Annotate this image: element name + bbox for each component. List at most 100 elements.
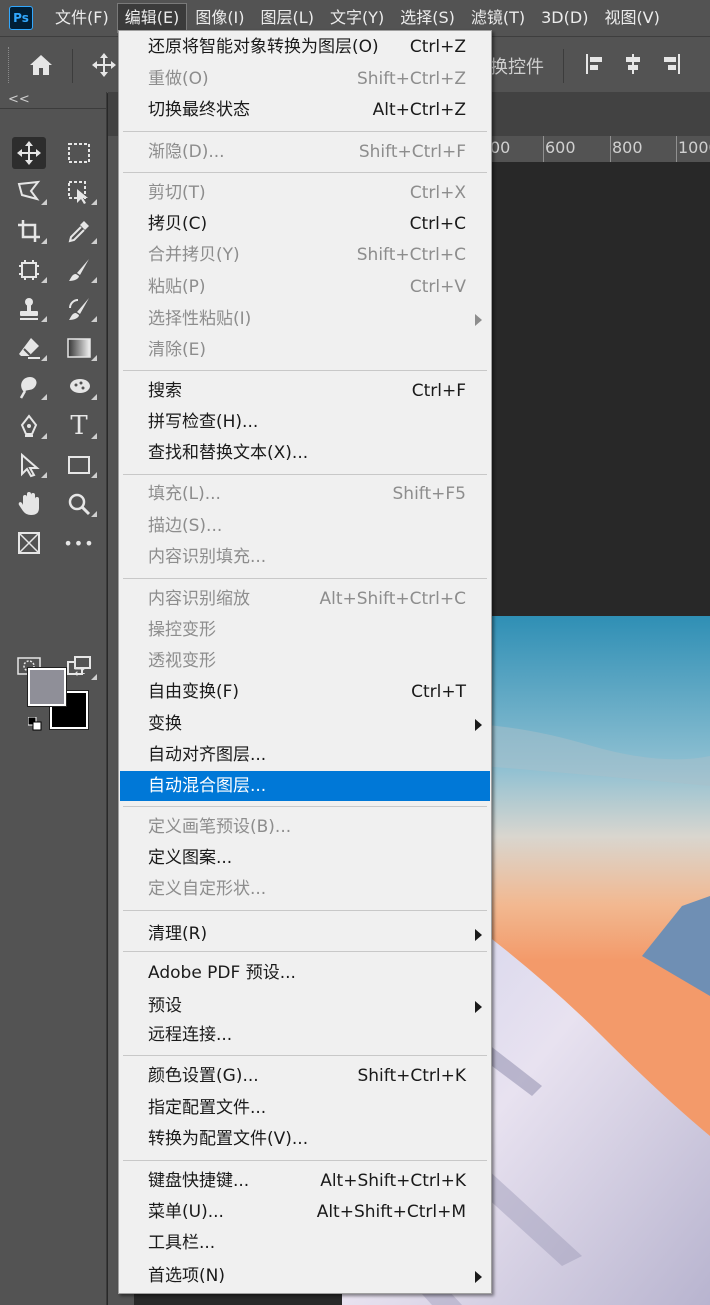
menu-item-shortcut: Alt+Shift+Ctrl+C: [319, 589, 466, 609]
edit-menu-item[interactable]: 首选项(N): [120, 1261, 490, 1291]
ruler-tick-label: 800: [612, 138, 643, 157]
menu-item-shortcut: Ctrl+V: [409, 277, 466, 297]
edit-menu-item: 透视变形: [120, 646, 490, 676]
ruler-mark: [610, 136, 611, 162]
edit-menu-item[interactable]: 菜单(U)... Alt+Shift+Ctrl+M: [120, 1197, 490, 1227]
menu-1[interactable]: 编辑(E): [116, 3, 188, 33]
ruler-tick-label: 600: [545, 138, 576, 157]
edit-menu-item: 定义自定形状...: [120, 874, 490, 904]
marquee-tool[interactable]: [62, 137, 96, 169]
move-tool[interactable]: [12, 137, 46, 169]
default-colors-icon[interactable]: [27, 716, 42, 731]
submenu-arrow-icon: [475, 719, 482, 731]
more-tools[interactable]: •••: [62, 527, 96, 559]
edit-menu-item[interactable]: 还原将智能对象转换为图层(O) Ctrl+Z: [120, 32, 490, 62]
edit-menu-item[interactable]: 切换最终状态 Alt+Ctrl+Z: [120, 95, 490, 125]
tool-flyout-indicator: [91, 394, 97, 400]
edit-menu-item[interactable]: 查找和替换文本(X)...: [120, 438, 490, 468]
menu-item-label: 转换为配置文件(V)...: [148, 1129, 309, 1149]
show-transform-controls-label[interactable]: 换控件: [490, 53, 544, 79]
menu-item-label: 重做(O): [148, 69, 209, 89]
menu-item-label: 变换: [148, 714, 182, 734]
menu-item-shortcut: Ctrl+T: [411, 682, 466, 702]
menu-item-label: 操控变形: [148, 620, 216, 640]
edit-menu-item[interactable]: 拷贝(C) Ctrl+C: [120, 209, 490, 239]
edit-menu-item[interactable]: 变换: [120, 709, 490, 739]
tool-flyout-indicator: [91, 472, 97, 478]
menu-separator: [123, 131, 487, 132]
edit-menu-item[interactable]: 清理(R): [120, 919, 490, 949]
menu-separator: [123, 1055, 487, 1056]
edit-menu-item[interactable]: 搜索 Ctrl+F: [120, 376, 490, 406]
edit-menu-item[interactable]: 指定配置文件...: [120, 1093, 490, 1123]
hand-tool[interactable]: [12, 488, 46, 520]
edit-menu-item[interactable]: 远程连接...: [120, 1020, 490, 1050]
menu-item-label: 工具栏...: [148, 1233, 216, 1253]
menu-4[interactable]: 文字(Y): [322, 3, 392, 33]
menu-2[interactable]: 图像(I): [187, 3, 252, 33]
align-right-button[interactable]: [658, 51, 684, 77]
edit-menu-item[interactable]: 自动混合图层...: [120, 771, 490, 801]
photoshop-logo-icon[interactable]: Ps: [9, 6, 33, 30]
menu-item-label: Adobe PDF 预设...: [148, 963, 296, 983]
edit-menu-item[interactable]: 自动对齐图层...: [120, 740, 490, 770]
options-separator: [563, 49, 564, 83]
menu-item-label: 渐隐(D)...: [148, 142, 225, 162]
move-tool-indicator[interactable]: [90, 51, 118, 79]
menu-5[interactable]: 选择(S): [392, 3, 463, 33]
menu-item-shortcut: Ctrl+F: [411, 381, 466, 401]
tool-flyout-indicator: [41, 199, 47, 205]
align-center-icon: [626, 54, 640, 74]
menu-6[interactable]: 滤镜(T): [463, 3, 533, 33]
menu-item-label: 描边(S)...: [148, 516, 223, 536]
menu-separator: [123, 1160, 487, 1161]
edit-menu-item[interactable]: 拼写检查(H)...: [120, 407, 490, 437]
options-bar-grip[interactable]: [8, 47, 12, 83]
frame-icon: [19, 260, 39, 280]
menu-item-label: 自由变换(F): [148, 682, 240, 702]
menu-item-label: 填充(L)...: [148, 484, 221, 504]
menu-8[interactable]: 视图(V): [596, 3, 667, 33]
tool-flyout-indicator: [91, 674, 97, 680]
edit-menu-dropdown: 还原将智能对象转换为图层(O) Ctrl+Z 重做(O) Shift+Ctrl+Z 切换…: [118, 30, 492, 1294]
menu-item-label: 菜单(U)...: [148, 1202, 224, 1222]
menu-3[interactable]: 图层(L): [253, 3, 322, 33]
edit-menu-item: 内容识别缩放 Alt+Shift+Ctrl+C: [120, 584, 490, 614]
home-button[interactable]: [20, 47, 62, 83]
tool-flyout-indicator: [41, 277, 47, 283]
edit-menu-item[interactable]: 定义图案...: [120, 843, 490, 873]
menu-separator: [123, 910, 487, 911]
tools-panel: << T ••• ⮂: [0, 92, 107, 1305]
perspective-tool[interactable]: [12, 527, 46, 559]
menu-item-label: 指定配置文件...: [148, 1098, 267, 1118]
ruler-tick-label: 1000: [678, 138, 710, 157]
menu-separator: [123, 474, 487, 475]
more-icon: •••: [63, 533, 95, 553]
edit-menu-item[interactable]: 颜色设置(G)... Shift+Ctrl+K: [120, 1061, 490, 1091]
foreground-color-swatch[interactable]: [28, 668, 66, 706]
menu-0[interactable]: 文件(F): [47, 3, 117, 33]
menu-item-label: 首选项(N): [148, 1266, 225, 1286]
edit-menu-item: 粘贴(P) Ctrl+V: [120, 272, 490, 302]
edit-menu-item[interactable]: 工具栏...: [120, 1228, 490, 1258]
tool-flyout-indicator: [41, 355, 47, 361]
collapse-panel-button[interactable]: <<: [8, 92, 30, 107]
menu-item-label: 远程连接...: [148, 1025, 233, 1045]
menu-item-label: 预设: [148, 996, 182, 1016]
horizontal-ruler: 00 600 800 1000: [486, 136, 710, 163]
menu-7[interactable]: 3D(D): [533, 3, 596, 33]
screen-mode-icon: [67, 656, 91, 675]
edit-menu-item[interactable]: Adobe PDF 预设...: [120, 958, 490, 988]
menu-item-label: 搜索: [148, 381, 182, 401]
align-left-button[interactable]: [582, 51, 608, 77]
align-center-button[interactable]: [620, 51, 646, 77]
menu-item-label: 选择性粘贴(I): [148, 309, 252, 329]
edit-menu-item[interactable]: 预设: [120, 991, 490, 1021]
edit-menu-item[interactable]: 自由变换(F) Ctrl+T: [120, 677, 490, 707]
edit-menu-item[interactable]: 键盘快捷键... Alt+Shift+Ctrl+K: [120, 1166, 490, 1196]
edit-menu-item[interactable]: 转换为配置文件(V)...: [120, 1124, 490, 1154]
align-right-icon: [664, 54, 680, 74]
menu-item-label: 定义图案...: [148, 848, 233, 868]
menu-item-label: 键盘快捷键...: [148, 1171, 250, 1191]
edit-menu-item: 渐隐(D)... Shift+Ctrl+F: [120, 137, 490, 167]
